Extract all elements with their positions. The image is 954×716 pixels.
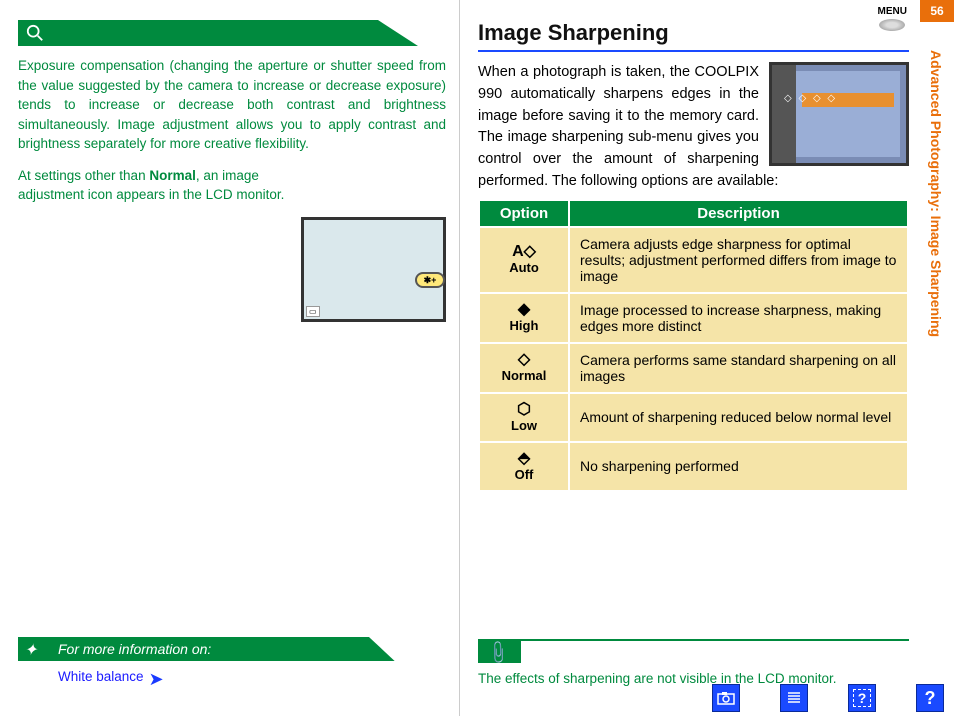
- nav-camera-button[interactable]: [712, 684, 740, 712]
- high-icon: ◆: [490, 302, 558, 318]
- table-row: A◇Auto Camera adjusts edge sharpness for…: [479, 227, 908, 293]
- white-balance-link[interactable]: White balance ➤: [58, 669, 144, 684]
- nav-help-button[interactable]: ?: [916, 684, 944, 712]
- lcd-preview: ✱+ ▭: [301, 217, 446, 322]
- nav-contents-button[interactable]: [780, 684, 808, 712]
- nav-help-dotted-button[interactable]: ?: [848, 684, 876, 712]
- cursor-icon: ➤: [148, 669, 163, 690]
- th-description: Description: [569, 200, 908, 227]
- table-row: ◇Normal Camera performs same standard sh…: [479, 343, 908, 393]
- menu-button-icon: [879, 19, 905, 31]
- magnifier-icon: [26, 24, 44, 42]
- section-label: Advanced Photography: Image Sharpening: [920, 22, 944, 337]
- list-icon: [786, 690, 802, 706]
- sharpening-options-table: Option Description A◇Auto Camera adjusts…: [478, 199, 909, 492]
- more-info-title: For more information on:: [58, 641, 211, 657]
- question-icon: ?: [925, 688, 936, 709]
- camera-icon: [717, 691, 735, 705]
- table-row: ⬡Low Amount of sharpening reduced below …: [479, 393, 908, 442]
- page-number: 56: [920, 0, 954, 22]
- adjustment-badge-icon: ✱+: [415, 272, 445, 288]
- table-row: ⬘Off No sharpening performed: [479, 442, 908, 491]
- more-info-bar: ✦ For more information on:: [18, 637, 446, 661]
- table-row: ◆High Image processed to increase sharpn…: [479, 293, 908, 343]
- lcd-footer-icon: ▭: [306, 306, 320, 317]
- bulb-icon: ✦: [24, 639, 37, 663]
- menu-button[interactable]: MENU: [878, 6, 907, 31]
- note-bar: 📎: [478, 639, 909, 663]
- auto-icon: A◇: [490, 244, 558, 260]
- th-option: Option: [479, 200, 569, 227]
- question-dotted-icon: ?: [853, 689, 872, 707]
- normal-setting-text: At settings other than Normal, an image …: [18, 166, 308, 205]
- paperclip-icon: 📎: [484, 639, 512, 667]
- exposure-comp-text: Exposure compensation (changing the aper…: [18, 56, 446, 154]
- tip-header-bar: [18, 20, 418, 46]
- off-icon: ⬘: [490, 451, 558, 467]
- page-title: Image Sharpening: [478, 20, 909, 52]
- camera-menu-preview: ◇ ◇ ◇ ◇: [769, 62, 909, 166]
- normal-icon: ◇: [490, 352, 558, 368]
- low-icon: ⬡: [490, 402, 558, 418]
